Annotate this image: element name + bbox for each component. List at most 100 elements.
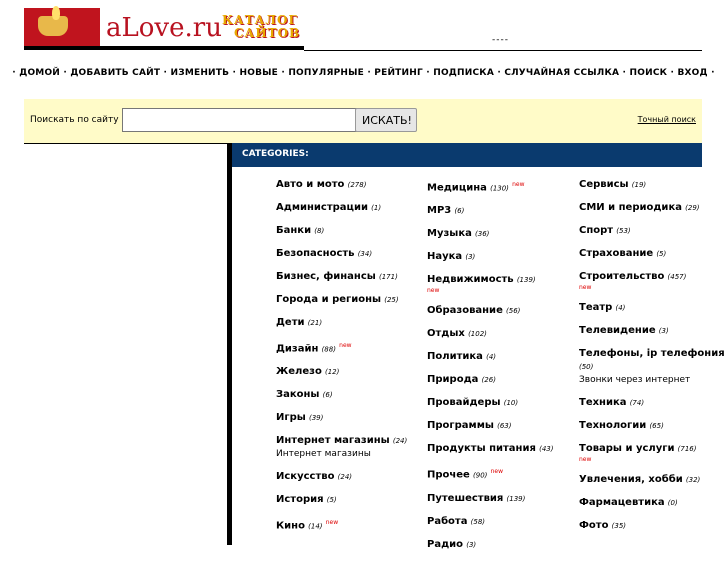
category-item: Города и регионы (25) bbox=[276, 293, 426, 307]
category-item: Программы (63) bbox=[427, 419, 577, 433]
category-count: (26) bbox=[481, 376, 496, 385]
nav-item[interactable]: СЛУЧАЙНАЯ ССЫЛКА bbox=[504, 68, 619, 78]
nav-item[interactable]: ПОПУЛЯРНЫЕ bbox=[288, 68, 364, 78]
category-link[interactable]: Увлечения, хобби bbox=[579, 474, 683, 485]
subcategory-link[interactable]: Интернет магазины bbox=[276, 448, 426, 461]
nav-item[interactable]: РЕЙТИНГ bbox=[374, 68, 423, 78]
category-count: (278) bbox=[347, 181, 367, 189]
site-logo-text[interactable]: aLove.ru bbox=[106, 12, 222, 44]
nav-item[interactable]: ПОДПИСКА bbox=[433, 68, 494, 78]
category-item: Страхование (5) bbox=[579, 247, 727, 261]
search-button[interactable]: ИСКАТЬ! bbox=[355, 108, 417, 132]
left-divider bbox=[24, 143, 227, 144]
category-count: (21) bbox=[307, 319, 323, 327]
category-link[interactable]: Наука bbox=[427, 251, 462, 262]
category-count: (6) bbox=[454, 207, 465, 216]
search-label: Поискать по сайту bbox=[30, 115, 119, 125]
category-item: СМИ и периодика (29) bbox=[579, 201, 727, 215]
category-item: Фото (35) bbox=[579, 519, 727, 533]
category-link[interactable]: Дети bbox=[276, 317, 305, 328]
catalog-title: КАТАЛОГ САЙТОВ bbox=[222, 14, 300, 40]
category-link[interactable]: Провайдеры bbox=[427, 397, 501, 408]
category-count: (102) bbox=[468, 330, 487, 339]
category-count: (63) bbox=[497, 422, 512, 431]
nav-item[interactable]: ПОИСК bbox=[630, 68, 668, 78]
category-item: Музыка (36) bbox=[427, 227, 577, 241]
category-item: Телефоны, ip телефония (50) Звонки через … bbox=[579, 347, 727, 387]
category-link[interactable]: Города и регионы bbox=[276, 294, 381, 305]
category-link[interactable]: Кино bbox=[276, 521, 305, 532]
category-link[interactable]: Природа bbox=[427, 374, 478, 385]
new-badge: new bbox=[325, 519, 339, 527]
categories-header: CATEGORIES: bbox=[232, 143, 702, 167]
category-link[interactable]: Телевидение bbox=[579, 325, 656, 336]
new-badge: new bbox=[427, 287, 440, 295]
category-link[interactable]: Страхование bbox=[579, 248, 653, 259]
category-link[interactable]: Спорт bbox=[579, 225, 613, 236]
category-link[interactable]: Образование bbox=[427, 305, 503, 316]
subcategory-link[interactable]: Звонки через интернет bbox=[579, 374, 727, 387]
category-count: (24) bbox=[337, 473, 353, 482]
category-count: (24) bbox=[392, 437, 408, 446]
category-link[interactable]: Недвижимость bbox=[427, 274, 514, 285]
vertical-divider bbox=[227, 143, 232, 545]
nav-separator: · bbox=[229, 68, 240, 78]
category-link[interactable]: Работа bbox=[427, 516, 467, 527]
category-item: Продукты питания (43) bbox=[427, 442, 577, 456]
category-link[interactable]: Железо bbox=[276, 366, 322, 377]
search-input[interactable] bbox=[122, 108, 374, 132]
category-count: (130) bbox=[490, 184, 509, 193]
nav-item[interactable]: ВХОД bbox=[677, 68, 707, 78]
exact-search-link[interactable]: Точный поиск bbox=[638, 115, 696, 124]
category-link[interactable]: Строительство bbox=[579, 271, 664, 282]
header-divider bbox=[24, 46, 304, 50]
category-link[interactable]: Политика bbox=[427, 351, 483, 362]
category-count: (65) bbox=[649, 422, 664, 430]
category-link[interactable]: Продукты питания bbox=[427, 443, 536, 454]
nav-item[interactable]: ДОМОЙ bbox=[19, 68, 60, 78]
nav-item[interactable]: НОВЫЕ bbox=[240, 68, 279, 78]
category-link[interactable]: Дизайн bbox=[276, 343, 318, 354]
category-link[interactable]: Игры bbox=[276, 412, 306, 423]
category-link[interactable]: Программы bbox=[427, 420, 494, 431]
categories-title: CATEGORIES: bbox=[242, 149, 309, 159]
new-badge: new bbox=[490, 468, 503, 476]
category-count: (0) bbox=[667, 499, 678, 507]
category-item: Провайдеры (10) bbox=[427, 396, 577, 410]
search-bar: Поискать по сайту ИСКАТЬ! Точный поиск bbox=[24, 99, 702, 143]
category-link[interactable]: Техника bbox=[579, 397, 627, 408]
category-link[interactable]: Путешествия bbox=[427, 493, 503, 504]
category-link[interactable]: Законы bbox=[276, 389, 319, 400]
category-link[interactable]: Администрации bbox=[276, 202, 368, 213]
category-link[interactable]: Интернет магазины bbox=[276, 435, 390, 446]
category-count: (139) bbox=[506, 494, 526, 503]
nav-item[interactable]: ИЗМЕНИТЬ bbox=[171, 68, 230, 78]
nav-item[interactable]: ДОБАВИТЬ САЙТ bbox=[70, 68, 160, 78]
category-link[interactable]: Искусство bbox=[276, 471, 334, 482]
category-link[interactable]: Прочее bbox=[427, 470, 470, 481]
category-item: Строительство (457) new bbox=[579, 270, 727, 292]
category-link[interactable]: История bbox=[276, 494, 324, 505]
category-item: Политика (4) bbox=[427, 350, 577, 364]
category-item: Авто и мото (278) bbox=[276, 178, 426, 192]
category-link[interactable]: Музыка bbox=[427, 228, 472, 239]
category-count: (56) bbox=[506, 307, 521, 316]
category-link[interactable]: Товары и услуги bbox=[579, 443, 674, 454]
category-link[interactable]: Фото bbox=[579, 520, 608, 531]
category-link[interactable]: Отдых bbox=[427, 328, 465, 339]
category-link[interactable]: Авто и мото bbox=[276, 179, 344, 190]
category-link[interactable]: Медицина bbox=[427, 182, 487, 193]
category-link[interactable]: Фармацевтика bbox=[579, 497, 665, 508]
category-link[interactable]: Сервисы bbox=[579, 179, 629, 190]
category-link[interactable]: Бизнес, финансы bbox=[276, 271, 376, 282]
category-link[interactable]: Телефоны, ip телефония bbox=[579, 348, 725, 359]
category-link[interactable]: Театр bbox=[579, 302, 612, 313]
category-item: Законы (6) bbox=[276, 388, 426, 402]
category-link[interactable]: Безопасность bbox=[276, 248, 355, 259]
category-link[interactable]: Радио bbox=[427, 539, 463, 550]
category-link[interactable]: MP3 bbox=[427, 205, 451, 216]
category-link[interactable]: Банки bbox=[276, 225, 311, 236]
category-link[interactable]: Технологии bbox=[579, 420, 646, 431]
category-item: Кино (14) new bbox=[276, 516, 426, 533]
category-link[interactable]: СМИ и периодика bbox=[579, 202, 682, 213]
